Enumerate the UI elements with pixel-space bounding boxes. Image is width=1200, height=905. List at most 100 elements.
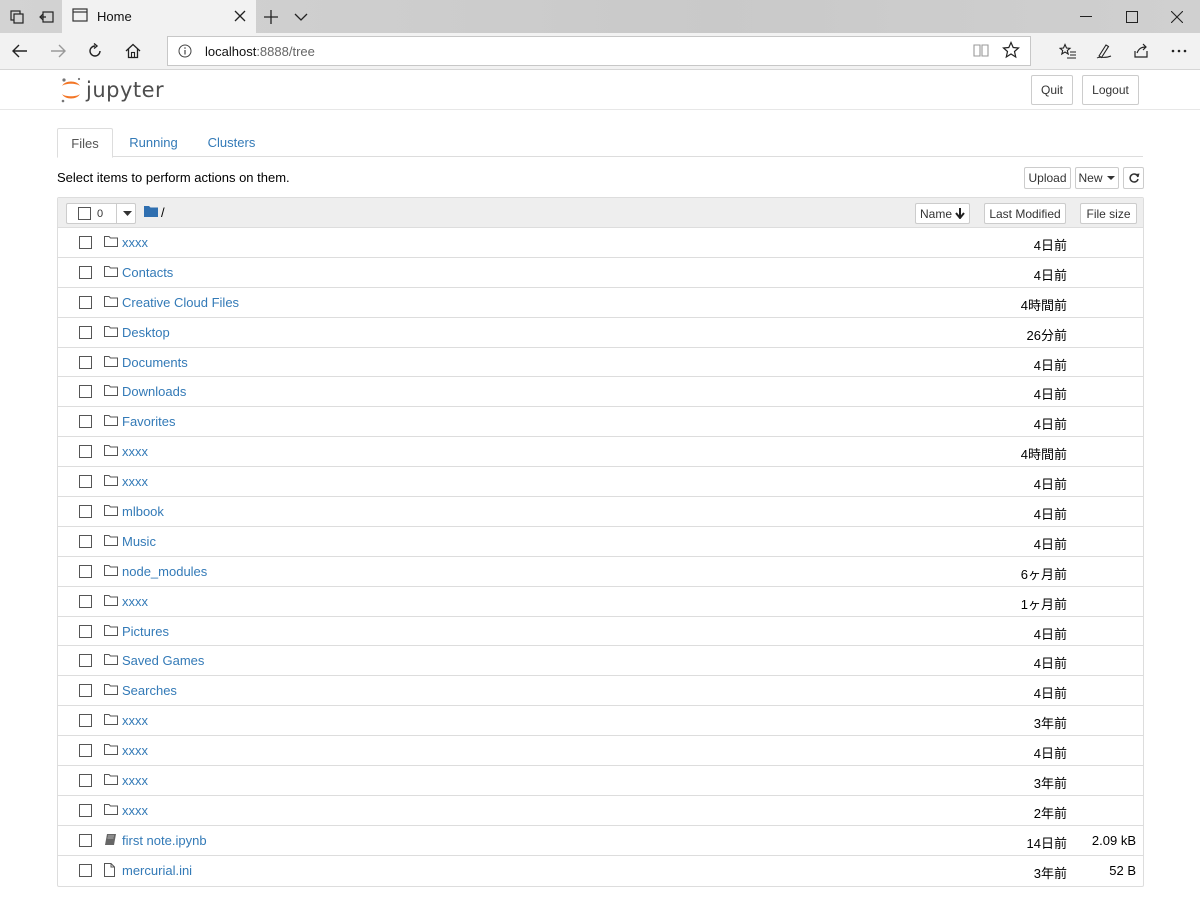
sort-file-size-button[interactable]: File size <box>1080 203 1137 224</box>
file-name-link[interactable]: xxxx <box>122 713 148 728</box>
file-row[interactable]: Searches 4日前 <box>58 676 1143 707</box>
file-row[interactable]: xxxx 4日前 <box>58 736 1143 767</box>
upload-button[interactable]: Upload <box>1024 167 1071 189</box>
select-all-dropdown[interactable]: 0 <box>66 203 136 224</box>
file-row[interactable]: Saved Games 4日前 <box>58 646 1143 677</box>
row-checkbox[interactable] <box>79 863 92 877</box>
file-name-link[interactable]: Downloads <box>122 384 186 399</box>
file-row[interactable]: xxxx 1ヶ月前 <box>58 587 1143 617</box>
minimize-icon[interactable] <box>1063 0 1109 33</box>
row-checkbox[interactable] <box>79 265 92 279</box>
row-checkbox[interactable] <box>79 774 92 788</box>
file-name-link[interactable]: xxxx <box>122 444 148 459</box>
file-row[interactable]: first note.ipynb 14日前 2.09 kB <box>58 826 1143 856</box>
file-row[interactable]: Creative Cloud Files 4時間前 <box>58 288 1143 318</box>
file-row[interactable]: xxxx 4時間前 <box>58 437 1143 468</box>
file-name-link[interactable]: Saved Games <box>122 653 204 668</box>
file-name-link[interactable]: Creative Cloud Files <box>122 295 239 310</box>
file-row[interactable]: xxxx 2年前 <box>58 796 1143 826</box>
refresh-icon[interactable] <box>79 36 111 66</box>
file-row[interactable]: Desktop 26分前 <box>58 318 1143 348</box>
window-close-icon[interactable] <box>1154 0 1200 33</box>
address-bar[interactable]: localhost:8888/tree <box>167 36 1031 66</box>
file-row[interactable]: Favorites 4日前 <box>58 407 1143 438</box>
file-name-link[interactable]: Contacts <box>122 265 173 280</box>
file-row[interactable]: Documents 4日前 <box>58 348 1143 378</box>
file-row[interactable]: mercurial.ini 3年前 52 B <box>58 856 1143 886</box>
sort-name-button[interactable]: Name <box>915 203 970 224</box>
sort-last-modified-button[interactable]: Last Modified <box>984 203 1066 224</box>
favorites-list-icon[interactable] <box>1052 36 1084 66</box>
close-icon[interactable] <box>232 8 248 24</box>
file-row[interactable]: xxxx 4日前 <box>58 228 1143 258</box>
file-row[interactable]: node_modules 6ヶ月前 <box>58 557 1143 587</box>
file-row[interactable]: Contacts 4日前 <box>58 258 1143 288</box>
file-name-link[interactable]: xxxx <box>122 594 148 609</box>
select-all-checkbox[interactable] <box>78 207 91 220</box>
file-name-link[interactable]: Music <box>122 534 156 549</box>
new-tab-icon[interactable] <box>256 0 286 33</box>
file-name-link[interactable]: node_modules <box>122 564 207 579</box>
row-checkbox[interactable] <box>79 564 92 578</box>
folder-icon[interactable] <box>144 205 158 220</box>
row-checkbox[interactable] <box>79 325 92 339</box>
maximize-icon[interactable] <box>1109 0 1155 33</box>
file-row[interactable]: mlbook 4日前 <box>58 497 1143 527</box>
file-row[interactable]: xxxx 3年前 <box>58 766 1143 796</box>
file-row[interactable]: xxxx 3年前 <box>58 706 1143 737</box>
row-checkbox[interactable] <box>79 833 92 847</box>
file-row[interactable]: Music 4日前 <box>58 527 1143 557</box>
row-checkbox[interactable] <box>79 803 92 817</box>
reading-view-icon[interactable] <box>971 40 991 60</box>
row-checkbox[interactable] <box>79 744 92 758</box>
row-checkbox[interactable] <box>79 594 92 608</box>
share-icon[interactable] <box>1125 36 1157 66</box>
breadcrumb[interactable]: / <box>161 205 165 220</box>
logout-button[interactable]: Logout <box>1082 75 1139 105</box>
file-name-link[interactable]: xxxx <box>122 743 148 758</box>
file-name-link[interactable]: Desktop <box>122 325 170 340</box>
row-checkbox[interactable] <box>79 475 92 489</box>
tab-groups-icon[interactable] <box>2 0 32 33</box>
row-checkbox[interactable] <box>79 654 92 668</box>
file-name-link[interactable]: Documents <box>122 355 188 370</box>
forward-arrow-icon[interactable] <box>42 36 74 66</box>
file-name-link[interactable]: Searches <box>122 683 177 698</box>
refresh-list-button[interactable] <box>1123 167 1144 189</box>
file-name-link[interactable]: xxxx <box>122 474 148 489</box>
row-checkbox[interactable] <box>79 295 92 309</box>
row-checkbox[interactable] <box>79 355 92 369</box>
row-checkbox[interactable] <box>79 714 92 728</box>
file-name-link[interactable]: xxxx <box>122 773 148 788</box>
browser-tab-home[interactable]: Home <box>62 0 256 33</box>
file-name-link[interactable]: Pictures <box>122 624 169 639</box>
chevron-down-icon[interactable] <box>286 0 316 33</box>
set-aside-tabs-icon[interactable] <box>32 0 62 33</box>
file-name-link[interactable]: mlbook <box>122 504 164 519</box>
row-checkbox[interactable] <box>79 415 92 429</box>
home-icon[interactable] <box>117 36 149 66</box>
new-dropdown-button[interactable]: New <box>1075 167 1119 189</box>
file-row[interactable]: xxxx 4日前 <box>58 467 1143 498</box>
row-checkbox[interactable] <box>79 624 92 638</box>
file-name-link[interactable]: xxxx <box>122 235 148 250</box>
row-checkbox[interactable] <box>79 445 92 459</box>
file-row[interactable]: Downloads 4日前 <box>58 377 1143 408</box>
quit-button[interactable]: Quit <box>1031 75 1073 105</box>
info-icon[interactable] <box>177 43 193 59</box>
file-name-link[interactable]: mercurial.ini <box>122 863 192 878</box>
row-checkbox[interactable] <box>79 236 92 249</box>
row-checkbox[interactable] <box>79 684 92 698</box>
row-checkbox[interactable] <box>79 534 92 548</box>
more-options-icon[interactable] <box>1163 36 1195 66</box>
favorite-star-icon[interactable] <box>1001 40 1021 60</box>
jupyter-logo[interactable]: jupyter <box>60 76 164 104</box>
pen-icon[interactable] <box>1088 36 1120 66</box>
file-name-link[interactable]: Favorites <box>122 414 175 429</box>
file-name-link[interactable]: xxxx <box>122 803 148 818</box>
back-arrow-icon[interactable] <box>4 36 36 66</box>
file-name-link[interactable]: first note.ipynb <box>122 833 207 848</box>
tab-running[interactable]: Running <box>119 128 188 157</box>
tab-files[interactable]: Files <box>57 128 113 158</box>
row-checkbox[interactable] <box>79 505 92 519</box>
